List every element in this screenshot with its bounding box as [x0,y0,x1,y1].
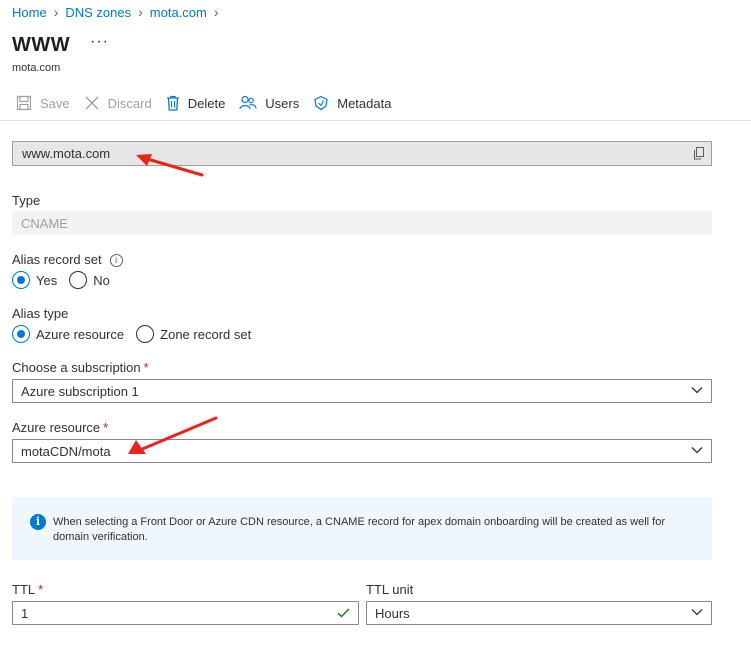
breadcrumb-zone[interactable]: mota.com [150,5,207,20]
chevron-down-icon [691,609,703,616]
radio-yes-circle[interactable] [12,271,30,289]
checkmark-icon [337,608,350,618]
ttl-unit-dropdown[interactable]: Hours [366,601,712,625]
type-value: CNAME [21,216,68,231]
save-label: Save [40,95,70,111]
info-circle-icon: i [30,514,46,530]
discard-button[interactable]: Discard [84,95,152,111]
chevron-down-icon [691,447,703,454]
required-marker: * [143,360,149,375]
copy-icon[interactable] [693,147,705,160]
save-button[interactable]: Save [16,95,70,111]
metadata-label: Metadata [337,95,392,111]
close-icon [85,96,99,110]
required-marker: * [38,582,44,597]
record-name-value: www.mota.com [22,146,111,161]
toolbar-divider [0,120,751,121]
chevron-down-icon [691,387,703,394]
azure-resource-dropdown[interactable]: motaCDN/mota [12,439,712,463]
breadcrumb-dns-zones[interactable]: DNS zones [65,5,131,20]
users-icon [239,95,257,110]
record-name-field[interactable]: www.mota.com [12,141,712,166]
radio-azure-resource-circle[interactable] [12,325,30,343]
radio-azure-resource-label: Azure resource [36,326,125,342]
radio-zone-record-set[interactable]: Zone record set [136,325,251,343]
azure-resource-value: motaCDN/mota [21,444,111,459]
ttl-value: 1 [21,606,29,621]
info-message-text: When selecting a Front Door or Azure CDN… [53,516,665,543]
radio-zone-record-set-circle[interactable] [136,325,155,343]
subscription-label: Choose a subscription * [12,360,149,375]
radio-yes[interactable]: Yes [12,271,57,289]
ttl-unit-value: Hours [375,606,410,621]
more-options-button[interactable]: ··· [90,33,109,51]
alias-record-set-radio-group: Yes No [12,271,122,289]
radio-zone-record-set-label: Zone record set [160,326,252,342]
breadcrumb-home[interactable]: Home [12,5,47,20]
chevron-right-icon: › [213,4,219,20]
chevron-right-icon: › [138,4,143,20]
delete-button[interactable]: Delete [166,95,226,111]
info-message-bar: i When selecting a Front Door or Azure C… [12,497,712,560]
users-button[interactable]: Users [239,95,299,111]
alias-type-radio-group: Azure resource Zone record set [12,325,263,343]
subscription-label-text: Choose a subscription [12,360,141,375]
annotation-arrow-resource [128,416,218,454]
info-icon[interactable]: i [109,254,123,268]
command-bar: Save Discard Delete Users Metadata [16,92,405,114]
save-icon [16,95,32,111]
ttl-label-text: TTL [12,582,36,597]
page-subtitle: mota.com [12,62,61,74]
subscription-value: Azure subscription 1 [21,384,139,399]
ttl-unit-label: TTL unit [366,582,414,597]
subscription-dropdown[interactable]: Azure subscription 1 [12,379,712,403]
alias-record-set-label: Alias record set i [12,252,123,268]
azure-resource-label: Azure resource * [12,420,108,435]
radio-no[interactable]: No [69,271,110,289]
required-marker: * [103,420,109,435]
users-label: Users [265,95,300,111]
type-label: Type [12,193,41,208]
type-field: CNAME [12,211,712,235]
discard-label: Discard [107,95,152,111]
radio-azure-resource[interactable]: Azure resource [12,325,124,343]
ttl-input[interactable]: 1 [12,601,359,625]
page-title: WWW [12,34,71,56]
chevron-right-icon: › [53,4,59,20]
delete-label: Delete [187,95,226,111]
azure-resource-label-text: Azure resource [12,420,101,435]
radio-no-label: No [93,272,110,288]
annotation-arrow-name [136,154,204,177]
tag-icon [314,95,328,111]
trash-icon [166,95,179,111]
alias-type-label: Alias type [12,306,69,321]
breadcrumb: Home › DNS zones › mota.com › [12,4,226,20]
metadata-button[interactable]: Metadata [313,95,391,111]
radio-yes-label: Yes [36,272,58,288]
radio-no-circle[interactable] [69,271,88,289]
ttl-label: TTL * [12,582,43,597]
alias-record-set-text: Alias record set [12,252,102,267]
